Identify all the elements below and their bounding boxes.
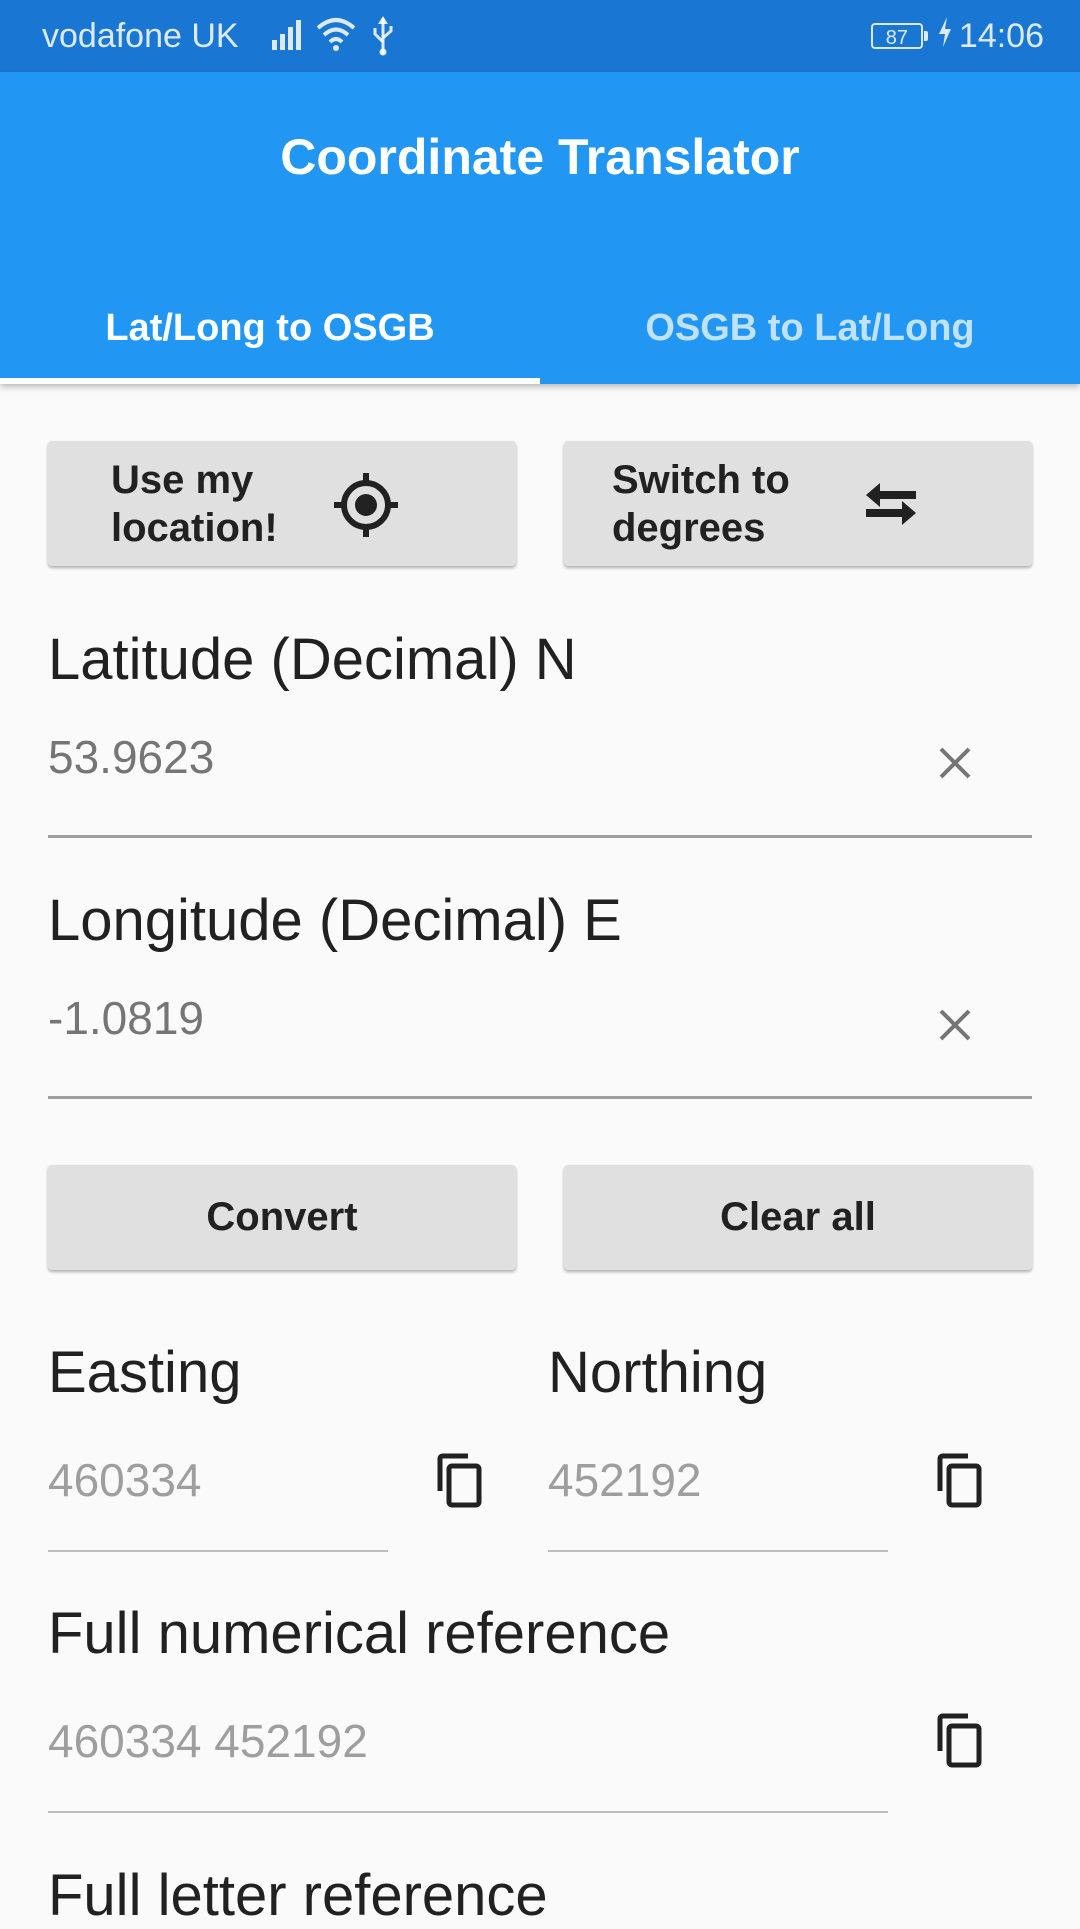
longitude-label: Longitude (Decimal) E (48, 888, 622, 953)
easting-label: Easting (48, 1340, 242, 1405)
tab-osgb-to-latlong[interactable]: OSGB to Lat/Long (540, 272, 1080, 384)
location-button-line1: Use my (111, 458, 254, 502)
carrier-name: vodafone UK (42, 17, 239, 55)
my-location-icon (332, 471, 400, 544)
location-button-line2: location! (111, 506, 278, 550)
northing-label: Northing (548, 1340, 768, 1405)
signal-icon (270, 14, 306, 59)
clear-latitude-icon[interactable] (938, 746, 972, 785)
tab-latlong-to-osgb[interactable]: Lat/Long to OSGB (0, 272, 540, 384)
latitude-underline (48, 835, 1032, 838)
copy-easting-icon[interactable] (434, 1453, 484, 1514)
easting-value: 460334 (48, 1454, 202, 1506)
battery-icon: 87 (870, 23, 928, 49)
clear-longitude-icon[interactable] (938, 1008, 972, 1047)
use-my-location-button[interactable]: Use my location! (48, 441, 516, 566)
clock: 14:06 (958, 16, 1044, 55)
longitude-underline (48, 1096, 1032, 1099)
switch-to-degrees-button[interactable]: Switch to degrees (564, 441, 1032, 566)
clear-all-button-label: Clear all (720, 1195, 876, 1239)
northing-value: 452192 (548, 1454, 702, 1506)
wifi-icon (314, 14, 358, 59)
longitude-input[interactable]: -1.0819 (48, 991, 204, 1045)
clear-all-button[interactable]: Clear all (564, 1165, 1032, 1270)
status-right: 87 14:06 (870, 0, 1044, 72)
usb-icon (370, 14, 396, 63)
charging-icon (937, 16, 953, 56)
app-bar: Coordinate Translator Lat/Long to OSGB O… (0, 72, 1080, 384)
latitude-label: Latitude (Decimal) N (48, 627, 577, 692)
copy-northing-icon[interactable] (934, 1453, 984, 1514)
easting-underline (48, 1550, 388, 1552)
latitude-input[interactable]: 53.9623 (48, 730, 214, 784)
tab-indicator (0, 378, 540, 384)
app-title: Coordinate Translator (280, 129, 800, 185)
copy-full-numerical-icon[interactable] (934, 1713, 984, 1774)
full-numerical-underline (48, 1811, 888, 1813)
full-letter-label: Full letter reference (48, 1863, 548, 1928)
switch-button-line1: Switch to (612, 458, 790, 502)
convert-button-label: Convert (206, 1195, 358, 1239)
full-numerical-value: 460334 452192 (48, 1715, 368, 1767)
northing-underline (548, 1550, 888, 1552)
convert-button[interactable]: Convert (48, 1165, 516, 1270)
full-numerical-label: Full numerical reference (48, 1601, 671, 1666)
switch-button-line2: degrees (612, 506, 766, 550)
status-bar: vodafone UK 87 14:06 (0, 0, 1080, 72)
swap-horiz-icon (862, 481, 920, 532)
